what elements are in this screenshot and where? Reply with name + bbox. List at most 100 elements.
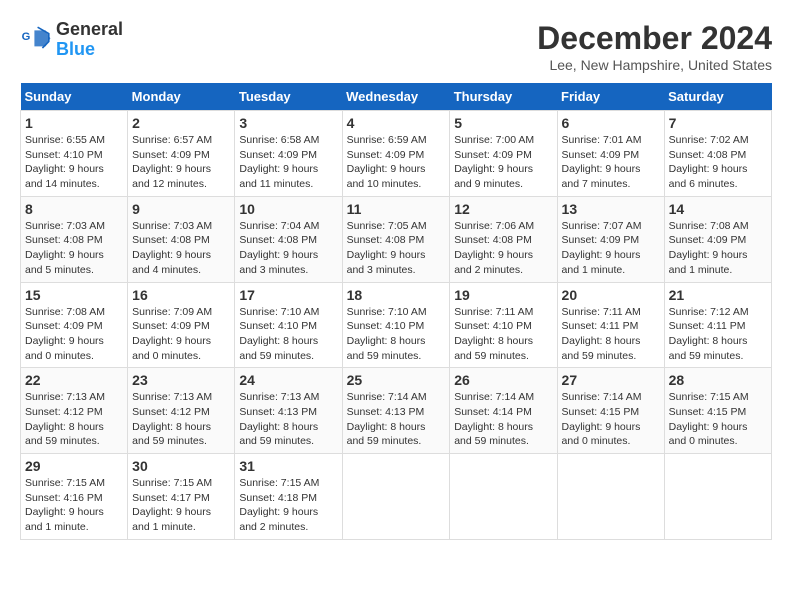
day-number: 20: [562, 287, 660, 303]
calendar-header-row: Sunday Monday Tuesday Wednesday Thursday…: [21, 83, 772, 111]
day-info: Sunrise: 7:14 AM Sunset: 4:14 PM Dayligh…: [454, 390, 552, 449]
title-section: December 2024 Lee, New Hampshire, United…: [537, 20, 772, 73]
table-row: 14 Sunrise: 7:08 AM Sunset: 4:09 PM Dayli…: [664, 196, 771, 282]
day-info: Sunrise: 7:07 AM Sunset: 4:09 PM Dayligh…: [562, 219, 660, 278]
logo-text: General Blue: [56, 20, 123, 60]
table-row: 24 Sunrise: 7:13 AM Sunset: 4:13 PM Dayli…: [235, 368, 342, 454]
location: Lee, New Hampshire, United States: [537, 57, 772, 73]
table-row: 9Sunrise: 7:03 AM Sunset: 4:08 PM Daylig…: [128, 196, 235, 282]
table-row: 8 Sunrise: 7:03 AM Sunset: 4:08 PM Daylig…: [21, 196, 128, 282]
table-row: 17Sunrise: 7:10 AM Sunset: 4:10 PM Dayli…: [235, 282, 342, 368]
day-number: 18: [347, 287, 446, 303]
col-wednesday: Wednesday: [342, 83, 450, 111]
day-number: 6: [562, 115, 660, 131]
day-info: Sunrise: 7:08 AM Sunset: 4:09 PM Dayligh…: [669, 219, 767, 278]
day-info: Sunrise: 6:57 AM Sunset: 4:09 PM Dayligh…: [132, 133, 230, 192]
col-saturday: Saturday: [664, 83, 771, 111]
svg-text:G: G: [22, 31, 31, 43]
day-number: 11: [347, 201, 446, 217]
page-header: G General Blue December 2024 Lee, New Ha…: [20, 20, 772, 73]
day-number: 13: [562, 201, 660, 217]
logo-line2: Blue: [56, 39, 95, 59]
day-number: 7: [669, 115, 767, 131]
day-number: 3: [239, 115, 337, 131]
calendar-week-row: 29Sunrise: 7:15 AM Sunset: 4:16 PM Dayli…: [21, 454, 772, 540]
table-row: 16Sunrise: 7:09 AM Sunset: 4:09 PM Dayli…: [128, 282, 235, 368]
day-number: 15: [25, 287, 123, 303]
table-row: [342, 454, 450, 540]
day-number: 22: [25, 372, 123, 388]
day-info: Sunrise: 7:10 AM Sunset: 4:10 PM Dayligh…: [347, 305, 446, 364]
day-info: Sunrise: 7:14 AM Sunset: 4:15 PM Dayligh…: [562, 390, 660, 449]
logo-line1: General: [56, 19, 123, 39]
month-title: December 2024: [537, 20, 772, 57]
col-monday: Monday: [128, 83, 235, 111]
day-number: 2: [132, 115, 230, 131]
day-number: 17: [239, 287, 337, 303]
table-row: 29Sunrise: 7:15 AM Sunset: 4:16 PM Dayli…: [21, 454, 128, 540]
day-info: Sunrise: 6:55 AM Sunset: 4:10 PM Dayligh…: [25, 133, 123, 192]
table-row: 19 Sunrise: 7:11 AM Sunset: 4:10 PM Dayli…: [450, 282, 557, 368]
day-info: Sunrise: 7:15 AM Sunset: 4:16 PM Dayligh…: [25, 476, 123, 535]
col-thursday: Thursday: [450, 83, 557, 111]
day-info: Sunrise: 7:06 AM Sunset: 4:08 PM Dayligh…: [454, 219, 552, 278]
day-number: 24: [239, 372, 337, 388]
day-info: Sunrise: 7:11 AM Sunset: 4:11 PM Dayligh…: [562, 305, 660, 364]
day-info: Sunrise: 7:12 AM Sunset: 4:11 PM Dayligh…: [669, 305, 767, 364]
table-row: 27Sunrise: 7:14 AM Sunset: 4:15 PM Dayli…: [557, 368, 664, 454]
table-row: 7 Sunrise: 7:02 AM Sunset: 4:08 PM Daylig…: [664, 111, 771, 197]
day-number: 30: [132, 458, 230, 474]
day-number: 21: [669, 287, 767, 303]
day-info: Sunrise: 7:14 AM Sunset: 4:13 PM Dayligh…: [347, 390, 446, 449]
day-info: Sunrise: 7:03 AM Sunset: 4:08 PM Dayligh…: [25, 219, 123, 278]
calendar-week-row: 22 Sunrise: 7:13 AM Sunset: 4:12 PM Dayli…: [21, 368, 772, 454]
logo: G General Blue: [20, 20, 123, 60]
table-row: [450, 454, 557, 540]
day-info: Sunrise: 7:13 AM Sunset: 4:13 PM Dayligh…: [239, 390, 337, 449]
day-info: Sunrise: 6:58 AM Sunset: 4:09 PM Dayligh…: [239, 133, 337, 192]
day-info: Sunrise: 7:15 AM Sunset: 4:17 PM Dayligh…: [132, 476, 230, 535]
day-number: 16: [132, 287, 230, 303]
day-number: 19: [454, 287, 552, 303]
calendar-week-row: 1 Sunrise: 6:55 AM Sunset: 4:10 PM Daylig…: [21, 111, 772, 197]
day-info: Sunrise: 7:15 AM Sunset: 4:18 PM Dayligh…: [239, 476, 337, 535]
day-info: Sunrise: 7:11 AM Sunset: 4:10 PM Dayligh…: [454, 305, 552, 364]
table-row: 15 Sunrise: 7:08 AM Sunset: 4:09 PM Dayli…: [21, 282, 128, 368]
day-info: Sunrise: 7:05 AM Sunset: 4:08 PM Dayligh…: [347, 219, 446, 278]
table-row: 26 Sunrise: 7:14 AM Sunset: 4:14 PM Dayli…: [450, 368, 557, 454]
day-number: 23: [132, 372, 230, 388]
day-number: 12: [454, 201, 552, 217]
day-number: 31: [239, 458, 337, 474]
day-info: Sunrise: 7:04 AM Sunset: 4:08 PM Dayligh…: [239, 219, 337, 278]
day-info: Sunrise: 7:08 AM Sunset: 4:09 PM Dayligh…: [25, 305, 123, 364]
calendar-week-row: 15 Sunrise: 7:08 AM Sunset: 4:09 PM Dayli…: [21, 282, 772, 368]
table-row: 12 Sunrise: 7:06 AM Sunset: 4:08 PM Dayli…: [450, 196, 557, 282]
table-row: 22 Sunrise: 7:13 AM Sunset: 4:12 PM Dayli…: [21, 368, 128, 454]
day-number: 8: [25, 201, 123, 217]
day-number: 5: [454, 115, 552, 131]
day-number: 1: [25, 115, 123, 131]
table-row: 3 Sunrise: 6:58 AM Sunset: 4:09 PM Daylig…: [235, 111, 342, 197]
calendar-week-row: 8 Sunrise: 7:03 AM Sunset: 4:08 PM Daylig…: [21, 196, 772, 282]
day-info: Sunrise: 7:03 AM Sunset: 4:08 PM Dayligh…: [132, 219, 230, 278]
day-info: Sunrise: 7:13 AM Sunset: 4:12 PM Dayligh…: [25, 390, 123, 449]
col-tuesday: Tuesday: [235, 83, 342, 111]
day-number: 25: [347, 372, 446, 388]
day-info: Sunrise: 7:13 AM Sunset: 4:12 PM Dayligh…: [132, 390, 230, 449]
calendar-table: Sunday Monday Tuesday Wednesday Thursday…: [20, 83, 772, 540]
day-number: 26: [454, 372, 552, 388]
day-info: Sunrise: 7:00 AM Sunset: 4:09 PM Dayligh…: [454, 133, 552, 192]
table-row: 13 Sunrise: 7:07 AM Sunset: 4:09 PM Dayli…: [557, 196, 664, 282]
day-info: Sunrise: 7:02 AM Sunset: 4:08 PM Dayligh…: [669, 133, 767, 192]
day-number: 28: [669, 372, 767, 388]
table-row: 30 Sunrise: 7:15 AM Sunset: 4:17 PM Dayli…: [128, 454, 235, 540]
table-row: 10Sunrise: 7:04 AM Sunset: 4:08 PM Dayli…: [235, 196, 342, 282]
col-sunday: Sunday: [21, 83, 128, 111]
table-row: 18 Sunrise: 7:10 AM Sunset: 4:10 PM Dayli…: [342, 282, 450, 368]
day-info: Sunrise: 6:59 AM Sunset: 4:09 PM Dayligh…: [347, 133, 446, 192]
table-row: 25 Sunrise: 7:14 AM Sunset: 4:13 PM Dayli…: [342, 368, 450, 454]
table-row: 20 Sunrise: 7:11 AM Sunset: 4:11 PM Dayli…: [557, 282, 664, 368]
day-number: 14: [669, 201, 767, 217]
table-row: 2 Sunrise: 6:57 AM Sunset: 4:09 PM Daylig…: [128, 111, 235, 197]
day-info: Sunrise: 7:15 AM Sunset: 4:15 PM Dayligh…: [669, 390, 767, 449]
